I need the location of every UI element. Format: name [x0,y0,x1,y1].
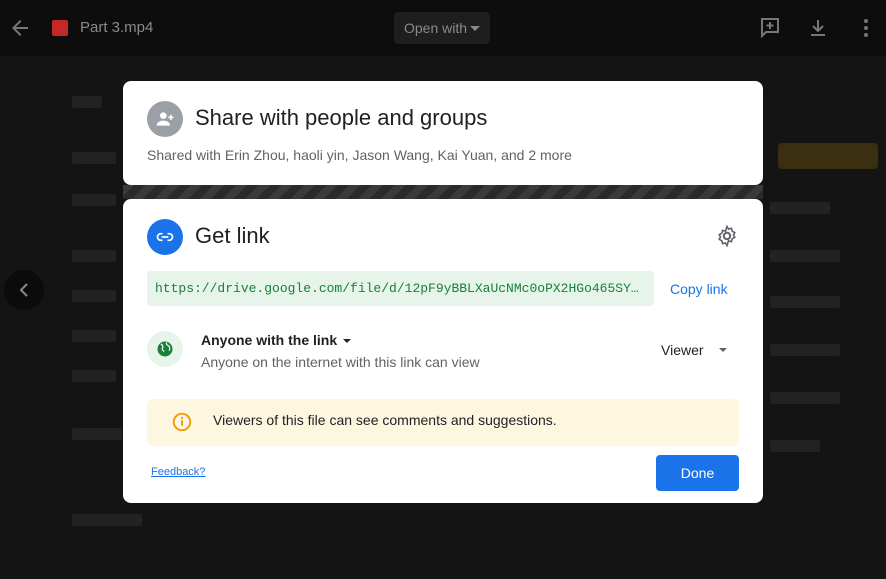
info-icon [172,412,192,432]
role-dropdown[interactable]: Viewer [661,342,704,358]
file-name: Part 3.mp4 [80,19,154,36]
share-url-field[interactable]: https://drive.google.com/file/d/12pF9yBB… [147,271,654,306]
open-with-label: Open with [404,20,468,36]
previous-file-button[interactable] [4,270,44,310]
shared-with-summary[interactable]: Shared with Erin Zhou, haoli yin, Jason … [147,147,572,163]
video-preview-strip [123,185,763,199]
chevron-left-icon [19,283,28,297]
globe-icon [147,331,183,367]
buy-storage-button [778,143,878,169]
share-dialog: Share with people and groups Shared with… [123,81,763,185]
open-with-button[interactable]: Open with [394,12,490,44]
chevron-down-icon [470,26,480,31]
back-arrow-icon[interactable] [8,16,32,40]
gear-icon[interactable] [715,224,739,248]
link-icon [147,219,183,255]
share-dialog-title[interactable]: Share with people and groups [195,105,487,131]
video-file-icon [52,20,68,36]
get-link-dialog: Get link https://drive.google.com/file/d… [123,199,763,503]
viewer-top-bar: Part 3.mp4 Open with [0,0,886,56]
notice-text: Viewers of this file can see comments an… [213,412,557,428]
link-access-description: Anyone on the internet with this link ca… [201,354,480,370]
get-link-title: Get link [195,223,270,248]
chevron-down-icon[interactable] [343,339,351,343]
feedback-link[interactable]: Feedback? [151,466,205,478]
link-access-dropdown[interactable]: Anyone with the link [201,332,337,348]
chevron-down-icon[interactable] [719,348,727,352]
copy-link-button[interactable]: Copy link [670,281,728,297]
permission-notice: Viewers of this file can see comments an… [147,399,739,446]
done-button[interactable]: Done [656,455,739,491]
add-comment-icon[interactable] [758,16,782,40]
person-add-icon [147,101,183,137]
more-vert-icon[interactable] [854,16,878,40]
download-icon[interactable] [806,16,830,40]
